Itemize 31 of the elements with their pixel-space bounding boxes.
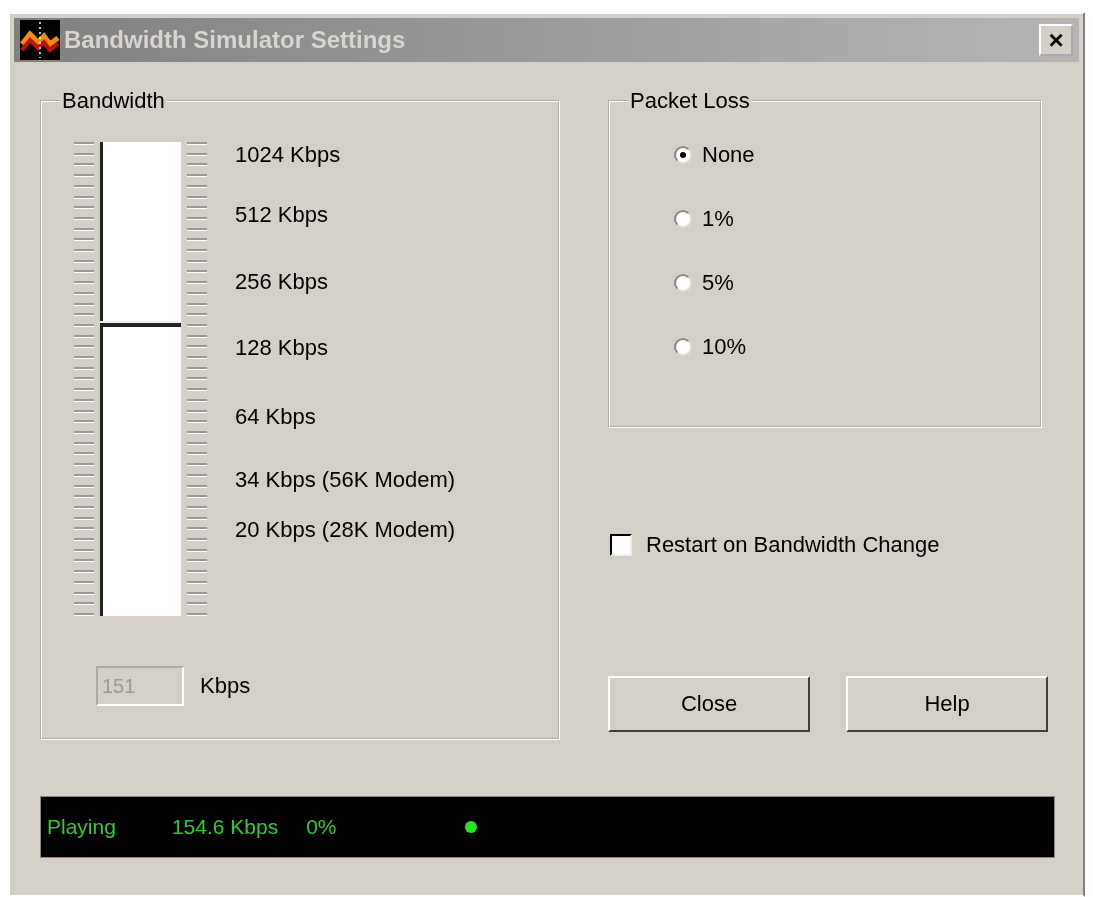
radio-icon[interactable]: [674, 338, 692, 356]
close-button[interactable]: ×: [1039, 24, 1073, 56]
status-led-icon: [464, 821, 477, 833]
scale-label: 256 Kbps: [235, 269, 329, 295]
scale-label: 512 Kbps: [235, 202, 329, 228]
radio-icon[interactable]: [674, 274, 692, 292]
rate-text: 154.6 Kbps: [171, 815, 279, 839]
scale-label: 1024 Kbps: [235, 142, 342, 168]
radio-icon[interactable]: [674, 210, 692, 228]
dialog-button[interactable]: Help: [846, 676, 1048, 732]
scale-label: 20 Kbps (28K Modem): [235, 517, 456, 543]
slider-thumb[interactable]: [100, 320, 181, 327]
unit-label: Kbps: [200, 673, 251, 699]
dialog-button[interactable]: Close: [608, 676, 810, 732]
waveform-icon: [20, 20, 60, 60]
scale-label: 64 Kbps: [235, 404, 317, 430]
scale-label: 34 Kbps (56K Modem): [235, 467, 456, 493]
radio-icon[interactable]: [674, 146, 692, 164]
restart-checkbox[interactable]: Restart on Bandwidth Change: [610, 532, 1048, 558]
radio-option[interactable]: 5%: [674, 270, 1040, 296]
scale-label: 128 Kbps: [235, 335, 329, 361]
loss-text: 0%: [306, 815, 337, 839]
checkbox-icon[interactable]: [610, 534, 632, 556]
radio-option[interactable]: 1%: [674, 206, 1040, 232]
radio-option[interactable]: 10%: [674, 334, 1040, 360]
group-title: Bandwidth: [61, 88, 166, 114]
status-text: Playing: [47, 815, 116, 839]
group-title: Packet Loss: [629, 88, 751, 114]
window-title: Bandwidth Simulator Settings: [64, 26, 407, 54]
radio-option[interactable]: None: [674, 142, 1040, 168]
slider-track[interactable]: [100, 142, 181, 616]
